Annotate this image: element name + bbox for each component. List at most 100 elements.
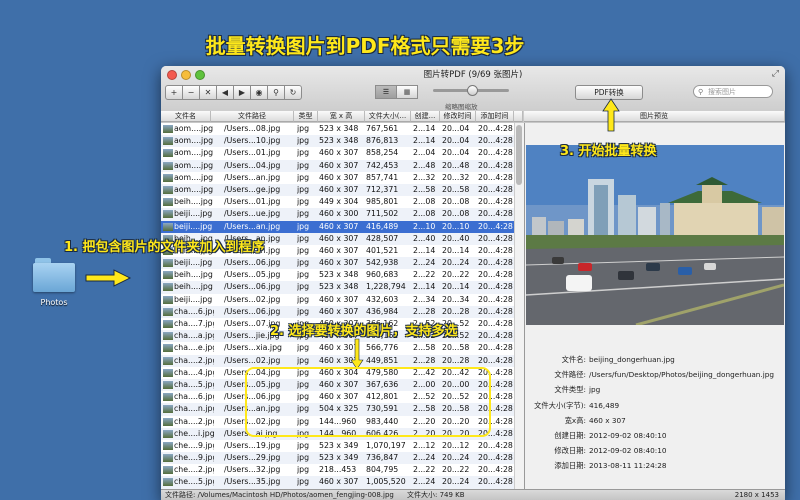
cell-name: cha....6.jpg bbox=[174, 392, 214, 402]
row-thumbnail bbox=[163, 332, 173, 341]
cell-type: jpg bbox=[297, 343, 310, 353]
col-type[interactable]: 类型 bbox=[294, 111, 318, 122]
cell-c: 2...14 bbox=[413, 245, 436, 255]
table-row[interactable]: cha....6.jpg/Users...06.jpg jpg 460 x 307 4… bbox=[161, 305, 523, 318]
table-row[interactable]: beiji....jpg/Users...02.jpg jpg 460 x 307 4… bbox=[161, 294, 523, 306]
cell-a: 20...4:28 bbox=[478, 160, 513, 170]
window-title: 图片转PDF (9/69 张图片) bbox=[423, 70, 523, 80]
cell-size: 985,801 bbox=[366, 197, 399, 207]
scrollbar-thumb[interactable] bbox=[516, 125, 522, 185]
col-size[interactable]: 文件大小(... bbox=[365, 111, 411, 122]
table-row[interactable]: aom....jpg/Users...01.jpg jpg 460 x 307 858… bbox=[161, 147, 523, 159]
row-thumbnail bbox=[163, 320, 173, 328]
table-row[interactable]: cha....e.jpg/Users...xia.jpg jpg 460 x 307… bbox=[161, 342, 523, 354]
table-row[interactable]: beih....jpg/Users...06.jpg jpg 523 x 348 1,… bbox=[161, 281, 523, 294]
cell-c: 2...14 bbox=[413, 136, 436, 146]
remove-button[interactable]: − bbox=[182, 85, 200, 100]
grid-view-button[interactable]: ▦ bbox=[396, 85, 418, 99]
cell-name: che....9.jpg bbox=[174, 440, 214, 450]
col-added[interactable]: 添加时间 bbox=[476, 111, 514, 122]
headline: 批量转换图片到PDF格式只需要3步 bbox=[205, 34, 525, 58]
cell-a: 20...4:28 bbox=[478, 465, 513, 475]
cell-name: beiji....jpg bbox=[174, 209, 213, 219]
image-table[interactable]: aom....jpg/Users...08.jpg jpg 523 x 348 767… bbox=[161, 123, 523, 493]
row-thumbnail bbox=[163, 344, 173, 353]
clear-button[interactable]: ✕ bbox=[199, 85, 217, 100]
cell-dim: 523 x 348 bbox=[319, 124, 359, 133]
table-row[interactable]: beih....jpg/Users...05.jpg jpg 523 x 348 96… bbox=[161, 269, 523, 281]
cell-size: 711,502 bbox=[366, 209, 399, 219]
cell-a: 20...4:28 bbox=[478, 477, 513, 487]
row-thumbnail bbox=[163, 185, 173, 194]
cell-path: /Users...19.jpg bbox=[224, 440, 281, 450]
cell-size: 1,228,794 bbox=[366, 282, 406, 292]
cell-type: jpg bbox=[297, 306, 310, 316]
row-thumbnail bbox=[163, 222, 173, 231]
table-row[interactable]: che....9.jpg/Users...19.jpg jpg 523 x 349 1… bbox=[161, 440, 523, 452]
fullscreen-icon[interactable]: ⤢ bbox=[772, 69, 779, 79]
table-row[interactable]: beih....jpg/Users...01.jpg jpg 449 x 304 98… bbox=[161, 196, 523, 208]
previous-button[interactable]: ◀ bbox=[216, 85, 234, 100]
col-dimensions[interactable]: 宽 x 高 bbox=[318, 111, 365, 122]
table-row[interactable]: beiji....jpg/Users...06.jpg jpg 460 x 307 5… bbox=[161, 257, 523, 270]
cell-path: /Users...06.jpg bbox=[224, 282, 281, 292]
cell-name: cha....2.jpg bbox=[174, 416, 214, 426]
table-row[interactable]: beiji....jpg/Users...ue.jpg jpg 460 x 300 7… bbox=[161, 208, 523, 221]
table-row[interactable]: cha....2.jpg/Users...02.jpg jpg 460 x 307 4… bbox=[161, 354, 523, 367]
add-button[interactable]: + bbox=[165, 85, 183, 100]
cell-dim: 460 x 307 bbox=[319, 184, 359, 194]
thumbnail-zoom-slider[interactable] bbox=[433, 85, 509, 96]
slider-knob[interactable] bbox=[467, 85, 478, 96]
table-row[interactable]: che....2.jpg/Users...32.jpg jpg 218...453 8… bbox=[161, 464, 523, 476]
table-row[interactable]: aom....jpg/Users...an.jpg jpg 460 x 307 857… bbox=[161, 172, 523, 184]
status-size: 文件大小: 749 KB bbox=[407, 491, 465, 499]
status-dimensions: 2180 x 1453 bbox=[734, 491, 779, 499]
cell-size: 428,507 bbox=[366, 233, 399, 243]
cell-type: jpg bbox=[297, 233, 310, 243]
cell-type: jpg bbox=[297, 355, 310, 365]
row-thumbnail bbox=[163, 161, 173, 170]
next-button[interactable]: ▶ bbox=[233, 85, 251, 100]
col-path[interactable]: 文件路径 bbox=[211, 111, 294, 122]
refresh-icon[interactable]: ↻ bbox=[284, 85, 302, 100]
table-row[interactable]: che....5.jpg/Users...35.jpg jpg 460 x 307 1… bbox=[161, 476, 523, 489]
cell-path: /Users...an.jpg bbox=[224, 172, 281, 182]
cell-dim: 523 x 348 bbox=[319, 136, 359, 146]
preview-header: 图片预览 bbox=[524, 111, 785, 122]
table-row[interactable]: che....9.jpg/Users...29.jpg jpg 523 x 349 7… bbox=[161, 452, 523, 465]
search-icon: ⚲ bbox=[698, 88, 704, 96]
cell-c: 2...48 bbox=[413, 160, 436, 170]
cell-m: 20...34 bbox=[442, 294, 470, 304]
table-row[interactable]: beiji....jpg/Users...an.jpg jpg 460 x 307 4… bbox=[161, 220, 523, 233]
row-thumbnail bbox=[163, 125, 173, 133]
zoom-icon[interactable]: ⚲ bbox=[267, 85, 285, 100]
cell-dim: 523 x 349 bbox=[319, 440, 359, 450]
toolbar-buttons: + − ✕ ◀ ▶ ◉ ⚲ ↻ bbox=[165, 85, 302, 100]
desktop-folder-photos[interactable]: Photos bbox=[30, 258, 78, 307]
table-row[interactable]: aom....jpg/Users...ge.jpg jpg 460 x 307 712… bbox=[161, 183, 523, 197]
cell-type: jpg bbox=[297, 282, 310, 292]
folder-label: Photos bbox=[40, 298, 68, 307]
col-created[interactable]: 创建... bbox=[411, 111, 440, 122]
col-filename[interactable]: 文件名 bbox=[161, 111, 211, 122]
table-scrollbar[interactable] bbox=[514, 123, 524, 493]
eye-icon[interactable]: ◉ bbox=[250, 85, 268, 100]
table-row[interactable]: aom....jpg/Users...08.jpg jpg 523 x 348 767… bbox=[161, 123, 523, 135]
cell-c: 2...58 bbox=[413, 184, 436, 194]
cell-dim: 523 x 348 bbox=[319, 282, 359, 292]
cell-type: jpg bbox=[297, 124, 310, 133]
cell-a: 20...4:28 bbox=[478, 270, 513, 280]
row-thumbnail bbox=[163, 356, 173, 365]
cell-path: /Users...an.jpg bbox=[224, 221, 281, 231]
cell-c: 2...32 bbox=[413, 172, 436, 182]
cell-dim: 460 x 307 bbox=[319, 258, 359, 268]
table-row[interactable]: aom....jpg/Users...04.jpg jpg 460 x 307 742… bbox=[161, 159, 523, 172]
cell-c: 2...22 bbox=[413, 465, 436, 475]
table-row[interactable]: aom....jpg/Users...10.jpg jpg 523 x 348 876… bbox=[161, 135, 523, 148]
info-row: 文件类型: jpg bbox=[525, 385, 785, 397]
search-input[interactable]: ⚲ 搜索图片 bbox=[693, 85, 773, 98]
col-modified[interactable]: 修改时间 bbox=[440, 111, 476, 122]
cell-a: 20...4:28 bbox=[478, 331, 513, 341]
cell-type: jpg bbox=[297, 197, 310, 207]
list-view-button[interactable]: ☰ bbox=[375, 85, 397, 99]
